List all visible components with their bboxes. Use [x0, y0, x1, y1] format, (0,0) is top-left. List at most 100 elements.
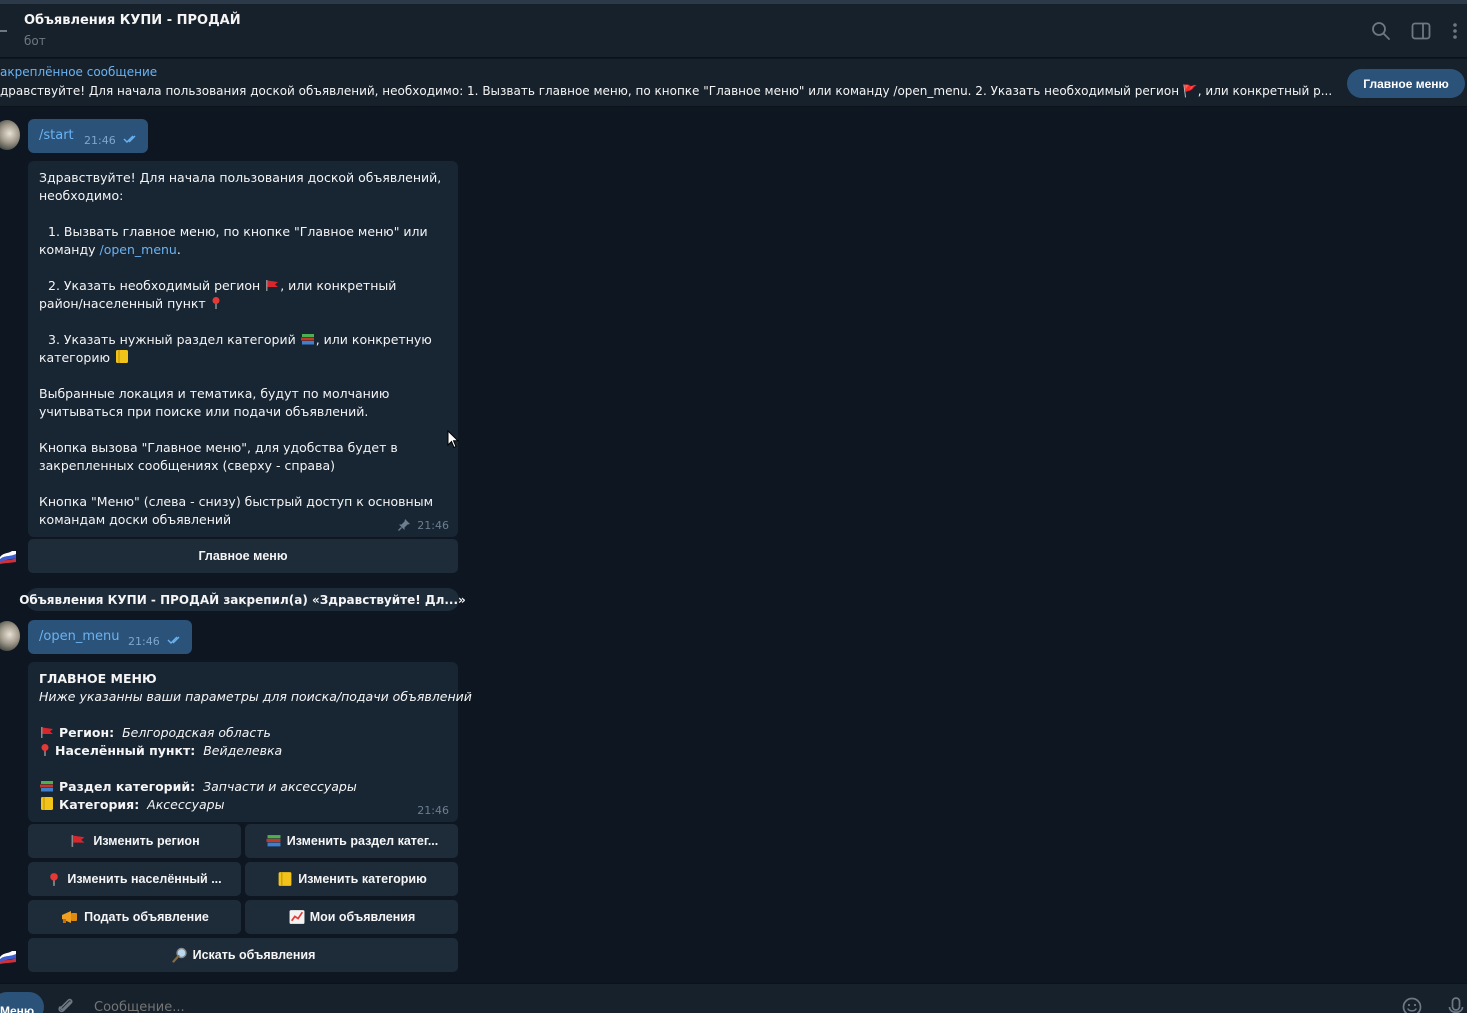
- pinned-message-bar[interactable]: акреплённое сообщение дравствуйте! Для н…: [0, 59, 1467, 107]
- button-label: Изменить категорию: [298, 872, 427, 886]
- message-text: , или конкретный: [280, 278, 397, 293]
- menu-subheading: Ниже указанны ваши параметры для поиска/…: [39, 689, 472, 704]
- search-ads-button[interactable]: Искать объявления: [28, 938, 458, 972]
- message-text: категорию: [39, 350, 110, 365]
- microphone-icon[interactable]: [1445, 996, 1467, 1013]
- message-line: Выбранные локация и тематика, будут по м…: [39, 386, 390, 401]
- section-value: Запчасти и аксессуары: [203, 779, 357, 794]
- books-icon: [300, 334, 314, 345]
- sidebar-toggle-icon[interactable]: [1410, 20, 1432, 42]
- round-pushpin-icon: [212, 297, 220, 309]
- locality-label: Населённый пункт:: [54, 743, 196, 758]
- pinned-message-text[interactable]: дравствуйте! Для начала пользования доск…: [0, 84, 1336, 98]
- outgoing-message-start[interactable]: /start 21:46: [28, 119, 148, 153]
- pinned-main-menu-button[interactable]: Главное меню: [1347, 69, 1465, 98]
- button-label: Изменить населённый ...: [67, 872, 222, 886]
- message-line: необходимо:: [39, 188, 124, 203]
- message-line: 2. Указать необходимый регион , или конк…: [39, 277, 396, 295]
- message-line: Кнопка "Меню" (слева - снизу) быстрый до…: [39, 494, 433, 509]
- message-time: 21:46: [128, 635, 160, 648]
- read-ticks-icon: [167, 636, 180, 644]
- message-line: район/населенный пункт: [39, 295, 222, 313]
- submit-ad-button[interactable]: Подать объявление: [28, 900, 241, 934]
- emoji-icon[interactable]: [1401, 996, 1423, 1013]
- section-label: Раздел категорий:: [58, 779, 196, 794]
- ledger-icon: [278, 872, 292, 886]
- pin-icon: [398, 519, 410, 531]
- incoming-message-main-menu: ГЛАВНОЕ МЕНЮ Ниже указанны ваши параметр…: [28, 662, 472, 822]
- section-row: Раздел категорий: Запчасти и аксессуары: [39, 778, 357, 796]
- category-value: Аксессуары: [147, 797, 225, 812]
- message-line: командам доски объявлений: [39, 512, 232, 527]
- message-text: 2. Указать необходимый регион: [48, 278, 261, 293]
- incoming-message-welcome: Здравствуйте! Для начала пользования дос…: [28, 161, 458, 537]
- region-row: Регион: Белгородская область: [39, 724, 271, 742]
- mouse-cursor-icon: [447, 430, 459, 449]
- bot-menu-button[interactable]: Меню: [0, 992, 44, 1013]
- message-line: 1. Вызвать главное меню, по кнопке "Глав…: [48, 224, 428, 239]
- service-message-pinned[interactable]: Объявления КУПИ - ПРОДАЙ закрепил(а) «Зд…: [19, 588, 466, 611]
- menu-heading: ГЛАВНОЕ МЕНЮ: [39, 671, 157, 686]
- read-ticks-icon: [123, 135, 136, 143]
- round-pushpin-icon: [41, 744, 49, 756]
- books-icon: [266, 835, 281, 847]
- red-flag-icon: [266, 280, 279, 291]
- region-value: Белгородская область: [122, 725, 271, 740]
- red-flag-icon: [71, 835, 85, 847]
- welcome-main-menu-button[interactable]: Главное меню: [28, 539, 458, 573]
- button-label: Изменить регион: [93, 834, 200, 848]
- bot-avatar[interactable]: [0, 950, 16, 964]
- megaphone-icon: [62, 911, 78, 923]
- more-options-icon[interactable]: [1444, 20, 1466, 42]
- search-icon[interactable]: [1370, 20, 1392, 42]
- change-region-button[interactable]: Изменить регион: [28, 824, 241, 858]
- ledger-icon: [41, 797, 53, 810]
- ledger-icon: [115, 350, 128, 363]
- change-section-button[interactable]: Изменить раздел катег...: [245, 824, 458, 858]
- user-avatar[interactable]: [0, 120, 20, 150]
- message-line: Кнопка вызова "Главное меню", для удобст…: [39, 440, 398, 455]
- change-category-button[interactable]: Изменить категорию: [245, 862, 458, 896]
- my-ads-button[interactable]: Мои объявления: [245, 900, 458, 934]
- category-row: Категория: Аксессуары: [39, 796, 224, 814]
- message-input[interactable]: [94, 998, 594, 1013]
- button-label: Подать объявление: [84, 910, 209, 924]
- message-time: 21:46: [417, 804, 449, 817]
- chat-title[interactable]: Объявления КУПИ - ПРОДАЙ: [24, 13, 241, 28]
- books-icon: [40, 781, 53, 792]
- bot-avatar[interactable]: [0, 550, 16, 564]
- pinned-message-label: акреплённое сообщение: [0, 65, 158, 79]
- message-text: .: [176, 242, 181, 257]
- chart-increasing-icon: [289, 910, 305, 924]
- user-avatar[interactable]: [0, 621, 20, 651]
- message-line: Здравствуйте! Для начала пользования дос…: [39, 170, 442, 185]
- message-text: 3. Указать нужный раздел категорий: [48, 332, 296, 347]
- paperclip-icon[interactable]: [56, 996, 76, 1013]
- message-line: категорию: [39, 349, 130, 367]
- message-text: район/населенный пункт: [39, 296, 206, 311]
- button-label: Мои объявления: [309, 910, 416, 924]
- message-line: учитываться при поиске или подачи объявл…: [39, 404, 369, 419]
- change-locality-button[interactable]: Изменить населённый ...: [28, 862, 241, 896]
- message-time: 21:46: [84, 134, 116, 147]
- outgoing-message-open-menu[interactable]: /open_menu 21:46: [28, 620, 192, 654]
- message-line: закрепленных сообщениях (сверху - справа…: [39, 458, 335, 473]
- red-flag-icon: [41, 727, 53, 738]
- command-text[interactable]: /start: [39, 128, 74, 143]
- magnifying-glass-icon: [171, 947, 187, 963]
- chat-header: Объявления КУПИ - ПРОДАЙ бот: [0, 4, 1467, 58]
- message-time: 21:46: [417, 519, 449, 532]
- locality-value: Вейделевка: [203, 743, 283, 758]
- message-line: 3. Указать нужный раздел категорий , или…: [39, 331, 432, 349]
- locality-row: Населённый пункт: Вейделевка: [39, 742, 282, 760]
- button-label: Искать объявления: [192, 948, 316, 962]
- open-menu-link[interactable]: /open_menu: [99, 242, 176, 257]
- button-label: Изменить раздел катег...: [286, 834, 439, 848]
- command-text[interactable]: /open_menu: [39, 629, 119, 644]
- back-icon[interactable]: [0, 30, 7, 32]
- round-pushpin-icon: [50, 872, 59, 886]
- category-label: Категория:: [58, 797, 140, 812]
- region-label: Регион:: [58, 725, 115, 740]
- message-text: команду: [39, 242, 100, 257]
- message-text: , или конкретную: [315, 332, 432, 347]
